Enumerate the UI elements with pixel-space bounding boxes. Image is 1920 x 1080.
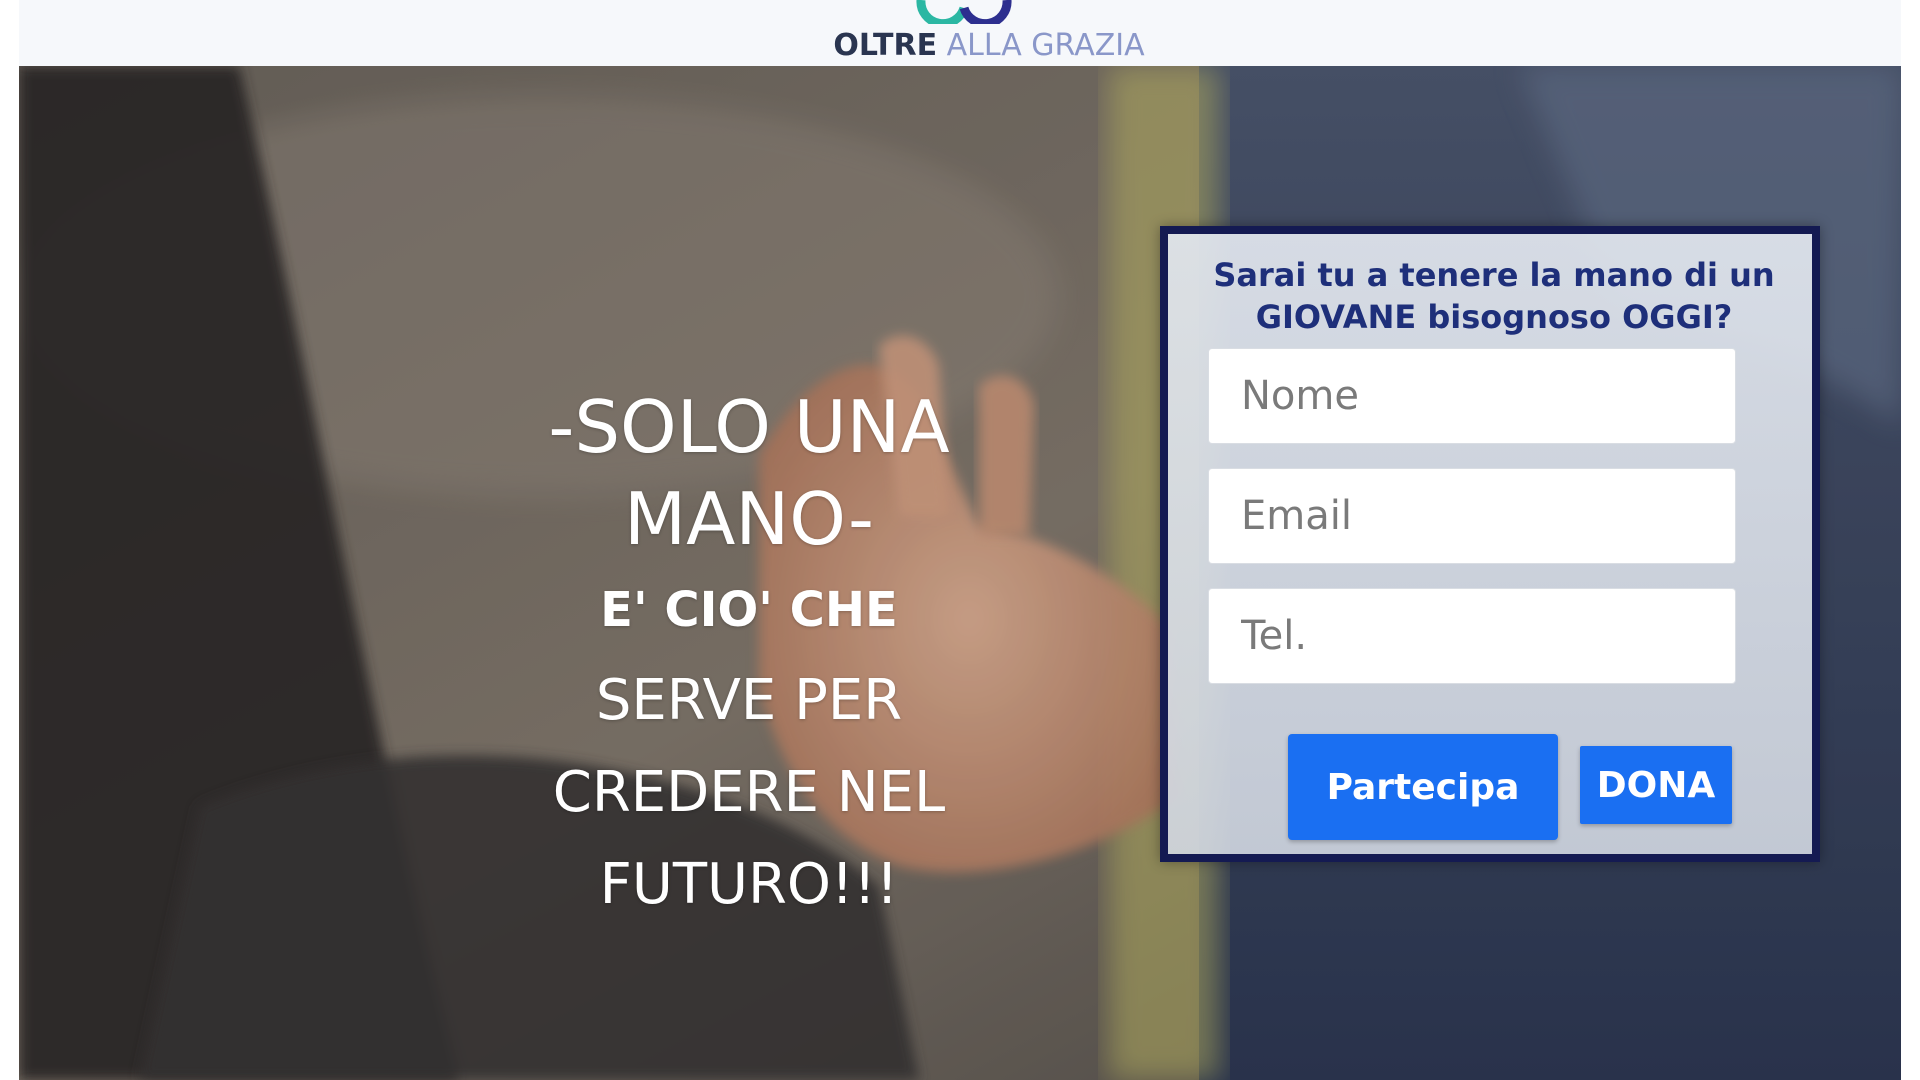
dona-button[interactable]: DONA	[1580, 746, 1732, 824]
signup-form-card: Sarai tu a tenere la mano di un GIOVANE …	[1160, 226, 1820, 862]
headline-line-1: -SOLO UNA	[548, 385, 950, 469]
logo-wordmark[interactable]: OLTRE ALLA GRAZIA	[814, 28, 1164, 63]
form-title: Sarai tu a tenere la mano di un GIOVANE …	[1188, 254, 1800, 338]
subline-bold: E' CIO' CHE	[600, 582, 898, 638]
logo-icon	[916, 0, 1012, 24]
headline-line-2: MANO-	[624, 477, 874, 561]
email-input[interactable]	[1208, 468, 1736, 564]
hero-headline: -SOLO UNA MANO- E' CIO' CHE SERVE PER CR…	[479, 381, 1019, 931]
phone-input[interactable]	[1208, 588, 1736, 684]
subline-2: CREDERE NEL	[552, 760, 946, 825]
form-title-line-1: Sarai tu a tenere la mano di un	[1213, 256, 1775, 294]
name-input[interactable]	[1208, 348, 1736, 444]
logo-text-light: ALLA GRAZIA	[937, 28, 1145, 63]
subline-1: SERVE PER	[595, 668, 903, 733]
partecipa-button[interactable]: Partecipa	[1288, 734, 1558, 840]
site-header: OLTRE ALLA GRAZIA	[19, 0, 1901, 66]
subline-3: FUTURO!!!	[599, 852, 899, 917]
logo-text-strong: OLTRE	[833, 28, 938, 63]
form-title-line-2: GIOVANE bisognoso OGGI?	[1255, 298, 1733, 336]
